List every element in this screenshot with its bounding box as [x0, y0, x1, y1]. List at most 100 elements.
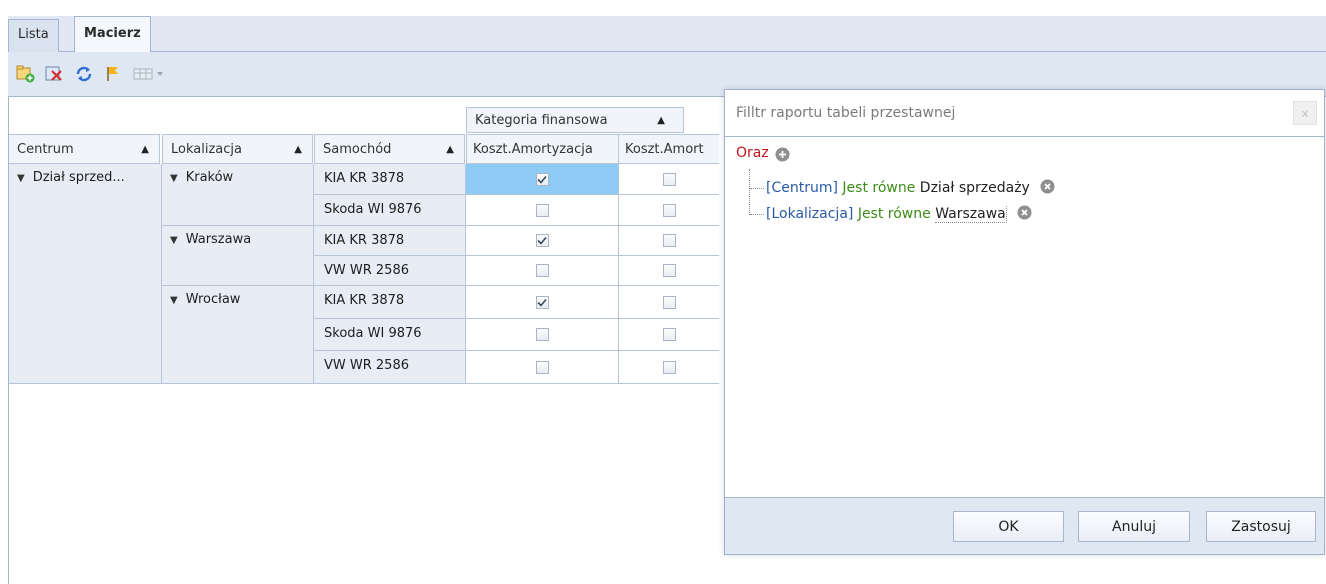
car-cell[interactable]: KIA KR 3878	[314, 164, 466, 195]
condition-field[interactable]: [Centrum]	[766, 180, 838, 196]
row-header-lokalizacja[interactable]: Lokalizacja ▲	[162, 134, 313, 164]
column-group-label: Kategoria finansowa	[475, 113, 608, 128]
collapse-chevron-icon[interactable]: ▼	[170, 227, 178, 255]
checkbox-unchecked[interactable]	[535, 328, 549, 341]
value-cell[interactable]	[466, 226, 619, 256]
checkbox-unchecked[interactable]	[662, 264, 676, 277]
close-button[interactable]: x	[1293, 101, 1317, 125]
location-cell-wroclaw[interactable]: ▼ Wrocław	[162, 286, 314, 384]
filter-condition: [Centrum] Jest równe Dział sprzedaży	[766, 179, 1055, 198]
sort-asc-icon: ▲	[657, 115, 665, 126]
refresh-button[interactable]	[72, 63, 96, 85]
car-cell[interactable]: Skoda WI 9876	[314, 319, 466, 351]
value-cell[interactable]	[619, 286, 719, 319]
condition-value[interactable]: Warszawa	[935, 206, 1007, 223]
layout-dropdown-button[interactable]	[130, 63, 170, 85]
checkbox-checked[interactable]	[535, 172, 549, 186]
location-label: Wrocław	[185, 292, 241, 307]
add-circle-icon	[775, 147, 790, 162]
check-icon	[537, 236, 547, 245]
close-icon: x	[1301, 106, 1309, 120]
collapse-chevron-icon[interactable]: ▼	[170, 287, 178, 315]
checkbox-unchecked[interactable]	[662, 234, 676, 247]
flag-icon	[107, 67, 118, 81]
filter-condition: [Lokalizacja] Jest równe Warszawa	[766, 205, 1032, 224]
apply-button[interactable]: Zastosuj	[1206, 511, 1316, 542]
car-cell[interactable]: VW WR 2586	[314, 351, 466, 384]
condition-field[interactable]: [Lokalizacja]	[766, 206, 853, 222]
flag-button[interactable]	[101, 63, 125, 85]
value-cell[interactable]	[619, 164, 719, 195]
checkbox-unchecked[interactable]	[662, 295, 676, 309]
ok-button[interactable]: OK	[953, 511, 1064, 542]
tree-line	[749, 169, 750, 215]
row-header-centrum[interactable]: Centrum ▲	[9, 134, 160, 164]
add-button[interactable]	[14, 63, 38, 85]
remove-condition-button[interactable]	[1017, 205, 1032, 224]
layout-dropdown-icon	[133, 68, 163, 80]
car-cell[interactable]: VW WR 2586	[314, 256, 466, 286]
group-operator[interactable]: Oraz	[736, 145, 769, 161]
checkbox-unchecked[interactable]	[662, 203, 676, 217]
delete-icon	[45, 66, 62, 81]
value-cell[interactable]	[619, 226, 719, 256]
value-cell[interactable]	[619, 256, 719, 286]
sort-asc-icon: ▲	[141, 144, 149, 155]
location-label: Kraków	[185, 170, 234, 185]
checkbox-unchecked[interactable]	[662, 172, 676, 186]
check-icon	[537, 298, 547, 307]
tab-lista[interactable]: Lista	[8, 19, 59, 52]
condition-operator[interactable]: Jest równe	[842, 180, 915, 196]
checkbox-unchecked[interactable]	[662, 328, 676, 341]
dialog-title: Filltr raportu tabeli przestawnej	[725, 90, 1324, 136]
filter-dialog: Filltr raportu tabeli przestawnej x Oraz…	[724, 89, 1325, 555]
app-window: Lista Macierz Kategoria finansowa ▲ Cent…	[8, 6, 1326, 584]
cancel-button[interactable]: Anuluj	[1078, 511, 1190, 542]
checkbox-unchecked[interactable]	[535, 360, 549, 374]
remove-circle-icon	[1040, 179, 1055, 194]
row-header-samochod[interactable]: Samochód ▲	[314, 134, 465, 164]
location-cell-warszawa[interactable]: ▼ Warszawa	[162, 226, 314, 286]
centrum-label: Dział sprzed...	[32, 170, 125, 185]
delete-button[interactable]	[42, 63, 66, 85]
refresh-icon	[76, 66, 92, 82]
checkbox-unchecked[interactable]	[535, 264, 549, 277]
remove-condition-button[interactable]	[1040, 179, 1055, 198]
checkbox-checked[interactable]	[535, 295, 549, 309]
value-column-header[interactable]: Koszt.Amort	[619, 134, 719, 164]
filter-editor: Oraz [Centrum] Jest równe Dział sprzedaż…	[725, 136, 1324, 498]
checkbox-unchecked[interactable]	[662, 360, 676, 374]
sort-asc-icon: ▲	[446, 144, 454, 155]
car-cell[interactable]: Skoda WI 9876	[314, 195, 466, 226]
column-group-header[interactable]: Kategoria finansowa ▲	[466, 107, 684, 133]
dialog-footer: OK Anuluj Zastosuj	[725, 498, 1324, 554]
row-header-label: Centrum	[17, 142, 74, 157]
car-cell[interactable]: KIA KR 3878	[314, 286, 466, 319]
collapse-chevron-icon[interactable]: ▼	[170, 165, 178, 193]
tab-bar: Lista Macierz	[8, 16, 1326, 53]
value-column-header[interactable]: Koszt.Amortyzacja	[466, 134, 619, 164]
value-cell[interactable]	[466, 351, 619, 384]
checkbox-checked[interactable]	[535, 234, 549, 247]
location-cell-krakow[interactable]: ▼ Kraków	[162, 164, 314, 226]
condition-operator[interactable]: Jest równe	[858, 206, 931, 222]
value-cell[interactable]	[619, 351, 719, 384]
value-cell[interactable]	[466, 164, 619, 195]
tree-line	[750, 188, 764, 189]
value-cell[interactable]	[466, 256, 619, 286]
value-cell[interactable]	[619, 319, 719, 351]
collapse-chevron-icon[interactable]: ▼	[17, 165, 25, 193]
row-header-label: Samochód	[323, 142, 392, 157]
add-condition-button[interactable]	[775, 147, 790, 166]
car-cell[interactable]: KIA KR 3878	[314, 226, 466, 256]
check-icon	[537, 175, 547, 184]
value-cell[interactable]	[466, 319, 619, 351]
checkbox-unchecked[interactable]	[535, 203, 549, 217]
value-cell[interactable]	[466, 195, 619, 226]
value-cell[interactable]	[466, 286, 619, 319]
condition-value[interactable]: Dział sprzedaży	[920, 180, 1030, 196]
value-cell[interactable]	[619, 195, 719, 226]
remove-circle-icon	[1017, 205, 1032, 220]
centrum-cell[interactable]: ▼ Dział sprzed...	[9, 164, 162, 384]
tab-macierz[interactable]: Macierz	[74, 16, 151, 53]
